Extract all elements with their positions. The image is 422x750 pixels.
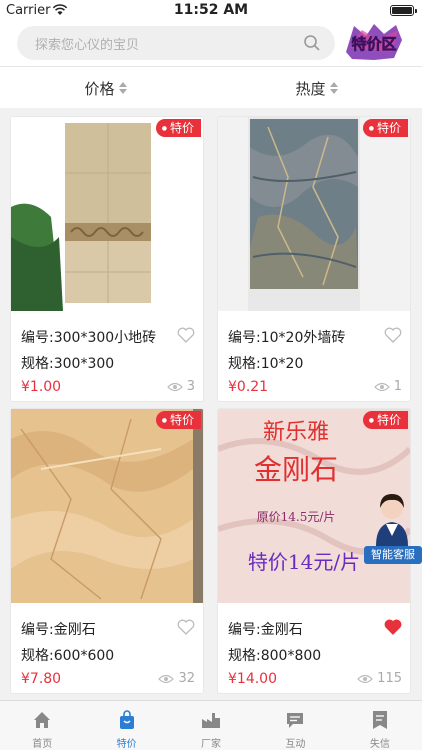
view-count-value: 115: [377, 671, 402, 686]
chat-icon: [287, 713, 304, 728]
favorite-heart-icon[interactable]: [177, 327, 195, 343]
eye-icon: [357, 674, 374, 683]
service-label: 智能客服: [364, 546, 422, 564]
search-icon[interactable]: [303, 34, 321, 52]
sort-arrows-icon: [329, 81, 338, 95]
product-code: 编号:金刚石: [21, 622, 96, 638]
document-icon: [372, 711, 387, 729]
product-spec: 规格:10*20: [228, 356, 304, 372]
view-count-value: 32: [178, 671, 195, 686]
tab-label: 首页: [32, 739, 53, 750]
product-spec: 规格:800*800: [228, 648, 322, 664]
product-code: 编号:金刚石: [228, 622, 303, 638]
eye-icon: [166, 382, 183, 391]
special-offer-badge: 特价: [362, 119, 408, 137]
shopping-bag-icon: [119, 710, 134, 729]
sort-price-label: 价格: [84, 79, 115, 98]
tab-special-offers[interactable]: 特价: [84, 701, 168, 750]
bottom-tab-bar: 首页 特价 厂家 互动 失信: [0, 700, 422, 750]
tab-manufacturers[interactable]: 厂家: [169, 701, 253, 750]
product-spec: 规格:600*600: [21, 648, 115, 664]
view-count: 1: [373, 379, 402, 394]
sort-bar: 价格 热度: [0, 66, 422, 108]
search-input[interactable]: 探索您心仪的宝贝: [17, 26, 335, 60]
tile-photo: [11, 117, 203, 311]
product-card[interactable]: 特价 编号:300*300小地砖 规格:300*300 ¥1.00 3: [10, 116, 204, 402]
view-count: 3: [166, 379, 195, 394]
sort-by-price[interactable]: 价格: [0, 67, 211, 109]
product-card[interactable]: 特价 编号:10*20外墙砖 规格:10*20 ¥0.21 1: [217, 116, 411, 402]
view-count-value: 3: [186, 379, 195, 394]
tile-photo: [218, 117, 410, 311]
search-header: 探索您心仪的宝贝 特价区: [0, 22, 422, 66]
sort-by-popularity[interactable]: 热度: [211, 67, 422, 109]
tab-home[interactable]: 首页: [0, 701, 84, 750]
tile-photo: [11, 409, 203, 603]
image-text-original-price: 原价14.5元/片: [257, 510, 336, 524]
tab-label: 失信: [369, 739, 390, 750]
tab-label: 特价: [116, 739, 137, 750]
product-image[interactable]: [218, 117, 410, 311]
product-price: ¥7.80: [21, 671, 62, 687]
image-text-brand: 新乐雅: [263, 420, 329, 445]
product-price: ¥14.00: [228, 671, 277, 687]
tab-interaction[interactable]: 互动: [253, 701, 337, 750]
eye-icon: [373, 382, 390, 391]
service-agent-avatar: [376, 494, 408, 546]
image-text-special-price: 特价14元/片: [248, 550, 360, 574]
product-code: 编号:10*20外墙砖: [228, 330, 346, 346]
product-image[interactable]: [11, 409, 203, 603]
factory-icon: [202, 713, 221, 728]
product-price: ¥1.00: [21, 379, 62, 395]
battery-icon: [390, 5, 417, 16]
eye-icon: [158, 674, 175, 683]
product-code: 编号:300*300小地砖: [21, 330, 157, 346]
favorite-heart-icon[interactable]: [384, 327, 402, 343]
favorite-heart-icon[interactable]: [177, 619, 195, 635]
tab-dishonesty[interactable]: 失信: [338, 701, 422, 750]
promo-logo-text: 特价区: [351, 35, 396, 53]
tab-label: 互动: [285, 739, 306, 750]
product-price: ¥0.21: [228, 379, 269, 395]
view-count: 115: [357, 671, 402, 686]
product-card[interactable]: 特价 编号:金刚石 规格:600*600 ¥7.80 32: [10, 408, 204, 694]
tab-label: 厂家: [201, 739, 222, 750]
special-offer-badge: 特价: [155, 119, 201, 137]
view-count: 32: [158, 671, 195, 686]
special-offer-badge: 特价: [155, 411, 201, 429]
image-text-title: 金刚石: [254, 453, 338, 486]
promo-zone-logo[interactable]: 特价区: [344, 22, 404, 62]
home-icon: [34, 712, 51, 728]
favorite-heart-icon[interactable]: [384, 619, 402, 635]
sort-arrows-icon: [118, 81, 127, 95]
status-bar: Carrier 11:52 AM: [0, 0, 422, 22]
special-offer-badge: 特价: [362, 411, 408, 429]
search-placeholder: 探索您心仪的宝贝: [35, 38, 140, 53]
clock: 11:52 AM: [173, 2, 249, 18]
smart-customer-service-button[interactable]: 智能客服: [364, 488, 422, 566]
product-spec: 规格:300*300: [21, 356, 115, 372]
sort-popularity-label: 热度: [295, 79, 326, 98]
product-image[interactable]: [11, 117, 203, 311]
view-count-value: 1: [393, 379, 402, 394]
